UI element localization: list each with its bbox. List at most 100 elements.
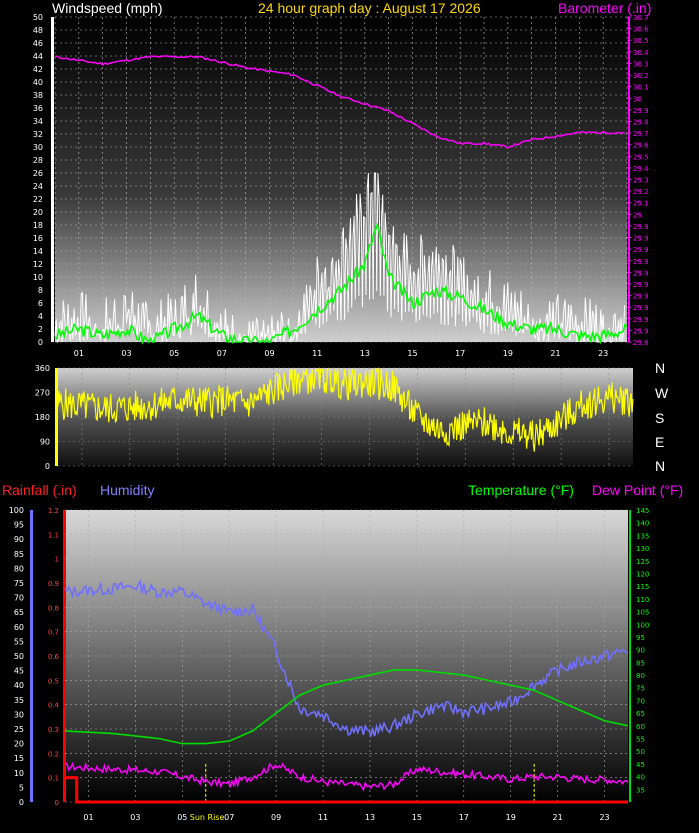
y-left-tick-label: 44 xyxy=(33,52,43,61)
rain-tick-label: 0.4 xyxy=(48,702,60,710)
x-tick-label: 13 xyxy=(360,349,370,358)
rain-tick-label: 0.1 xyxy=(48,775,59,783)
humidity-axis-title: Humidity xyxy=(100,482,155,498)
humidity-tick-label: 40 xyxy=(14,681,24,690)
x-tick-label: 13 xyxy=(365,813,375,822)
rain-tick-label: 1.2 xyxy=(48,507,59,515)
compass-e: E xyxy=(655,434,665,450)
humidity-tick-label: 50 xyxy=(14,652,24,661)
temp-tick-label: 45 xyxy=(636,761,645,769)
y-right-tick-label: 29.2 xyxy=(633,188,649,196)
humidity-tick-label: 45 xyxy=(14,667,24,676)
dewpoint-axis-title: Dew Point (°F) xyxy=(592,482,684,498)
y-right-tick-label: 29.3 xyxy=(633,177,649,185)
y-right-tick-label: 30.6 xyxy=(633,26,649,34)
temp-tick-label: 85 xyxy=(636,659,645,667)
humidity-axis xyxy=(30,510,33,802)
sunrise-label: Sun Rise xyxy=(190,813,225,822)
y-left-tick-label: 10 xyxy=(33,273,43,282)
y-tick-label: 360 xyxy=(35,364,50,373)
y-left-tick-label: 14 xyxy=(33,247,43,256)
rain-tick-label: 0.5 xyxy=(48,677,59,685)
compass-s: S xyxy=(655,410,665,426)
y-left-tick-label: 50 xyxy=(33,13,43,22)
temperature-axis-title: Temperature (°F) xyxy=(468,482,574,498)
x-tick-label: 01 xyxy=(83,813,93,822)
humidity-tick-label: 70 xyxy=(14,594,24,603)
y-left-tick-label: 30 xyxy=(33,143,43,152)
y-right-tick-label: 30.5 xyxy=(633,37,649,45)
y-left-tick-label: 46 xyxy=(33,39,43,48)
y-right-tick-label: 29.8 xyxy=(633,339,649,347)
wind-barometer-chart: 0246810121416182022242628303234363840424… xyxy=(33,13,649,358)
x-tick-label: 17 xyxy=(459,813,469,822)
y-right-tick-label: 29.6 xyxy=(633,142,649,150)
y-right-tick-label: 29.9 xyxy=(633,304,649,312)
y-tick-label: 180 xyxy=(35,413,50,422)
y-left-tick-label: 38 xyxy=(33,91,43,100)
y-right-tick-label: 29.9 xyxy=(633,293,649,301)
humidity-tick-label: 25 xyxy=(14,725,24,734)
temp-tick-label: 65 xyxy=(636,710,645,718)
humidity-tick-label: 60 xyxy=(14,623,24,632)
rain-tick-label: 0.7 xyxy=(48,629,59,637)
humidity-tick-label: 65 xyxy=(14,608,24,617)
y-right-tick-label: 29.9 xyxy=(633,327,649,335)
humidity-tick-label: 95 xyxy=(14,521,24,530)
x-tick-label: 05 xyxy=(169,349,179,358)
humidity-tick-label: 100 xyxy=(9,506,24,515)
humidity-tick-label: 20 xyxy=(14,740,24,749)
y-left-axis xyxy=(51,17,54,342)
x-tick-label: 17 xyxy=(455,349,465,358)
temp-tick-label: 40 xyxy=(636,774,645,782)
temp-tick-label: 50 xyxy=(636,748,645,756)
humidity-tick-label: 90 xyxy=(14,535,24,544)
temp-tick-label: 135 xyxy=(636,532,649,540)
rain-tick-label: 0.6 xyxy=(48,653,60,661)
humidity-tick-label: 35 xyxy=(14,696,24,705)
rain-humidity-temp-chart: 0510152025303540455055606570758085909510… xyxy=(9,506,650,822)
humidity-tick-label: 10 xyxy=(14,769,24,778)
x-tick-label: 19 xyxy=(503,349,513,358)
x-tick-label: 07 xyxy=(224,813,234,822)
x-tick-label: 09 xyxy=(264,349,274,358)
temp-tick-label: 110 xyxy=(636,596,649,604)
x-tick-label: 03 xyxy=(130,813,140,822)
temp-tick-label: 95 xyxy=(636,634,645,642)
x-tick-label: 21 xyxy=(550,349,560,358)
temp-tick-label: 140 xyxy=(636,520,649,528)
temp-tick-label: 115 xyxy=(636,583,649,591)
temp-tick-label: 105 xyxy=(636,609,649,617)
y-left-tick-label: 2 xyxy=(38,325,43,334)
rain-tick-label: 1.1 xyxy=(48,531,59,539)
y-right-tick-label: 29.4 xyxy=(633,165,649,173)
weather-graphs: Windspeed (mph) 24 hour graph day : Augu… xyxy=(0,0,699,833)
y-left-tick-label: 8 xyxy=(38,286,43,295)
rain-tick-label: 0.9 xyxy=(48,580,59,588)
y-left-tick-label: 0 xyxy=(38,338,43,347)
x-tick-label: 03 xyxy=(121,349,131,358)
rain-tick-label: 0.3 xyxy=(48,726,59,734)
humidity-tick-label: 15 xyxy=(14,754,24,763)
y-right-axis xyxy=(628,17,630,342)
rain-tick-label: 0 xyxy=(55,799,59,807)
y-left-tick-label: 16 xyxy=(33,234,43,243)
humidity-tick-label: 85 xyxy=(14,550,24,559)
y-left-tick-label: 48 xyxy=(33,26,43,35)
x-tick-label: 19 xyxy=(506,813,516,822)
x-tick-label: 15 xyxy=(412,813,422,822)
compass-n-top: N xyxy=(655,360,666,376)
temp-tick-label: 75 xyxy=(636,685,645,693)
y-left-tick-label: 28 xyxy=(33,156,43,165)
x-tick-label: 21 xyxy=(553,813,563,822)
y-right-tick-label: 29 xyxy=(633,211,642,219)
rainfall-axis-title: Rainfall (.in) xyxy=(2,482,77,498)
y-right-tick-label: 29.9 xyxy=(633,281,649,289)
temp-tick-label: 125 xyxy=(636,558,649,566)
temp-tick-label: 100 xyxy=(636,621,649,629)
y-left-tick-label: 6 xyxy=(38,299,43,308)
y-right-tick-label: 29.9 xyxy=(633,269,649,277)
x-tick-label: 07 xyxy=(217,349,227,358)
x-tick-label: 05 xyxy=(177,813,187,822)
y-right-tick-label: 30.3 xyxy=(633,60,649,68)
